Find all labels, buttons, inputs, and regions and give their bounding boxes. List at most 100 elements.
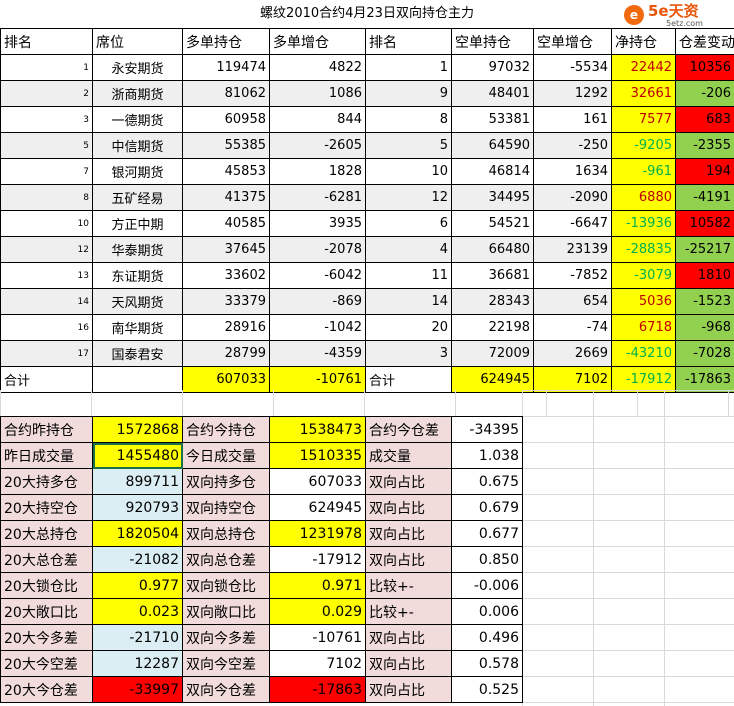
long-change-cell[interactable]: -869 [269,288,366,315]
net-position-cell[interactable]: -961 [611,158,676,185]
broker-cell[interactable]: 中信期货 [92,132,183,159]
short-change-cell[interactable]: 1292 [533,80,612,107]
summary-label[interactable]: 昨日成交量 [0,442,93,469]
table-cell[interactable] [92,366,183,393]
position-diff-cell[interactable]: -2355 [675,132,734,159]
broker-cell[interactable]: 浙商期货 [92,80,183,107]
long-position-cell[interactable]: 60958 [182,106,270,133]
broker-cell[interactable]: 南华期货 [92,314,183,341]
broker-cell[interactable]: 方正中期 [92,210,183,237]
header-cell[interactable]: 空单增仓 [533,28,612,55]
rank-cell[interactable]: 10 [0,210,93,237]
short-change-cell[interactable]: 23139 [533,236,612,263]
summary-label[interactable]: 今日成交量 [182,442,270,469]
short-position-cell[interactable]: 22198 [451,314,534,341]
net-position-cell[interactable]: 32661 [611,80,676,107]
broker-cell[interactable]: 一德期货 [92,106,183,133]
summary-label[interactable]: 20大总持仓 [0,520,93,547]
short-position-cell[interactable]: 53381 [451,106,534,133]
net-position-cell[interactable]: -3079 [611,262,676,289]
long-change-cell[interactable]: -1042 [269,314,366,341]
summary-label[interactable]: 双向占比 [365,676,452,703]
short-rank-cell[interactable]: 1 [365,54,452,81]
summary-label[interactable]: 20大持多仓 [0,468,93,495]
position-diff-cell[interactable]: -1523 [675,288,734,315]
short-change-cell[interactable]: -5534 [533,54,612,81]
rank-cell[interactable]: 12 [0,236,93,263]
position-diff-cell[interactable]: -206 [675,80,734,107]
header-cell[interactable]: 空单持仓 [451,28,534,55]
summary-value[interactable]: 1510335 [269,442,366,469]
net-position-cell[interactable]: -43210 [611,340,676,367]
position-diff-cell[interactable]: -4191 [675,184,734,211]
long-change-cell[interactable]: 1828 [269,158,366,185]
summary-ratio[interactable]: -0.006 [451,572,523,599]
long-position-cell[interactable]: 45853 [182,158,270,185]
short-rank-cell[interactable]: 10 [365,158,452,185]
summary-label[interactable]: 双向总持仓 [182,520,270,547]
short-position-cell[interactable]: 48401 [451,80,534,107]
total-net[interactable]: -17912 [611,366,676,393]
position-diff-cell[interactable]: 194 [675,158,734,185]
rank-cell[interactable]: 5 [0,132,93,159]
summary-label[interactable]: 双向锁仓比 [182,572,270,599]
summary-label[interactable]: 双向今多差 [182,624,270,651]
short-rank-cell[interactable]: 11 [365,262,452,289]
long-position-cell[interactable]: 119474 [182,54,270,81]
summary-label[interactable]: 20大今空差 [0,650,93,677]
short-change-cell[interactable]: -250 [533,132,612,159]
long-position-cell[interactable]: 40585 [182,210,270,237]
header-cell[interactable]: 净持仓 [611,28,676,55]
long-position-cell[interactable]: 41375 [182,184,270,211]
short-position-cell[interactable]: 97032 [451,54,534,81]
summary-value[interactable]: 0.023 [92,598,183,625]
rank-cell[interactable]: 8 [0,184,93,211]
rank-cell[interactable]: 2 [0,80,93,107]
net-position-cell[interactable]: -13936 [611,210,676,237]
summary-label[interactable]: 双向占比 [365,546,452,573]
short-rank-cell[interactable]: 5 [365,132,452,159]
total-short-change[interactable]: 7102 [533,366,612,393]
rank-cell[interactable]: 14 [0,288,93,315]
summary-label[interactable]: 成交量 [365,442,452,469]
position-diff-cell[interactable]: -968 [675,314,734,341]
summary-label[interactable]: 合约昨持仓 [0,416,93,443]
short-rank-cell[interactable]: 14 [365,288,452,315]
summary-value[interactable]: 920793 [92,494,183,521]
header-cell[interactable]: 排名 [365,28,452,55]
summary-label[interactable]: 比较+- [365,598,452,625]
short-position-cell[interactable]: 64590 [451,132,534,159]
header-cell[interactable]: 席位 [92,28,183,55]
position-diff-cell[interactable]: -7028 [675,340,734,367]
short-position-cell[interactable]: 66480 [451,236,534,263]
short-rank-cell[interactable]: 3 [365,340,452,367]
long-position-cell[interactable]: 28916 [182,314,270,341]
header-cell[interactable]: 仓差变动 [675,28,734,55]
rank-cell[interactable]: 13 [0,262,93,289]
summary-value[interactable]: 899711 [92,468,183,495]
summary-label[interactable]: 比较+- [365,572,452,599]
summary-label[interactable]: 20大锁仓比 [0,572,93,599]
long-position-cell[interactable]: 33602 [182,262,270,289]
short-position-cell[interactable]: 28343 [451,288,534,315]
summary-ratio[interactable]: 0.850 [451,546,523,573]
net-position-cell[interactable]: 7577 [611,106,676,133]
long-position-cell[interactable]: 28799 [182,340,270,367]
long-change-cell[interactable]: 3935 [269,210,366,237]
long-position-cell[interactable]: 33379 [182,288,270,315]
summary-label[interactable]: 20大持空仓 [0,494,93,521]
short-change-cell[interactable]: -2090 [533,184,612,211]
long-change-cell[interactable]: 4822 [269,54,366,81]
long-change-cell[interactable]: -2078 [269,236,366,263]
net-position-cell[interactable]: 5036 [611,288,676,315]
rank-cell[interactable]: 7 [0,158,93,185]
short-rank-cell[interactable]: 12 [365,184,452,211]
summary-value[interactable]: 7102 [269,650,366,677]
short-rank-cell[interactable]: 20 [365,314,452,341]
summary-value[interactable]: 624945 [269,494,366,521]
summary-value[interactable]: -17912 [269,546,366,573]
broker-cell[interactable]: 银河期货 [92,158,183,185]
short-rank-cell[interactable]: 9 [365,80,452,107]
total-long[interactable]: 607033 [182,366,270,393]
total-label-2[interactable]: 合计 [365,366,452,393]
